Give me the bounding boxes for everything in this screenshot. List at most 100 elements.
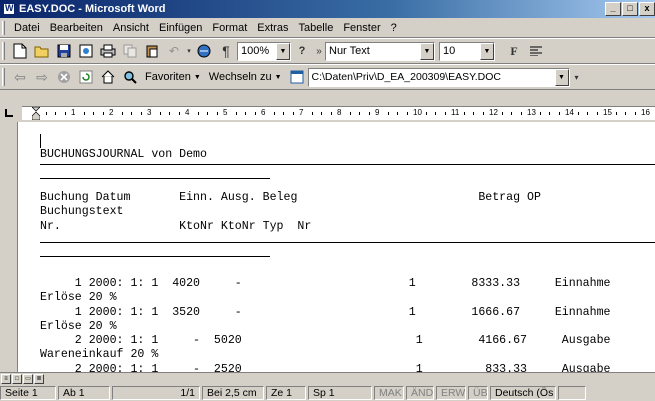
zoom-select[interactable]: 100% ▼	[237, 41, 291, 61]
status-pages: 1/1	[112, 386, 200, 400]
tab-selector[interactable]	[0, 104, 18, 122]
document-text[interactable]: BUCHUNGSJOURNAL von Demo Buchung Datum E…	[40, 134, 611, 372]
web-page-preview-icon[interactable]	[75, 40, 97, 62]
menu-bar: Datei Bearbeiten Ansicht Einfügen Format…	[0, 18, 655, 38]
ruler-tick	[444, 112, 446, 115]
status-macro-recorder[interactable]: MAK	[374, 386, 404, 400]
undo-dropdown-icon[interactable]: ▾	[185, 40, 193, 62]
ruler-tick	[587, 112, 588, 115]
menu-fenster[interactable]: Fenster	[338, 22, 385, 34]
bold-button[interactable]: F	[503, 40, 525, 62]
chevron-down-icon[interactable]: ▼	[276, 42, 290, 60]
outline-view-icon[interactable]: ≣	[34, 373, 44, 384]
toolbar-options-icon[interactable]: ▾	[570, 66, 584, 88]
chevron-down-icon[interactable]: ▼	[480, 42, 494, 60]
search-web-icon[interactable]	[119, 66, 141, 88]
paste-icon[interactable]	[141, 40, 163, 62]
document-title: BUCHUNGSJOURNAL von Demo	[40, 148, 207, 162]
ruler-tick	[596, 112, 598, 115]
back-arrow-icon[interactable]: ⇦	[9, 66, 31, 88]
indent-marker[interactable]	[31, 106, 41, 121]
ruler-number: 9	[375, 108, 380, 117]
copy-icon[interactable]	[119, 40, 141, 62]
status-overtype[interactable]: ÜB	[468, 386, 488, 400]
refresh-icon[interactable]	[75, 66, 97, 88]
menu-datei[interactable]: Datei	[9, 22, 45, 34]
normal-view-icon[interactable]: ≡	[1, 373, 11, 384]
ruler-tick	[511, 112, 512, 115]
stop-icon[interactable]	[53, 66, 75, 88]
align-left-icon[interactable]	[525, 40, 547, 62]
word-app-icon[interactable]	[3, 3, 15, 15]
show-only-web-toolbar-icon[interactable]	[286, 66, 308, 88]
table-row: Erlöse 20 %	[40, 291, 117, 305]
divider-line	[40, 242, 655, 243]
menu-help[interactable]: ?	[386, 22, 402, 34]
ruler-tick	[93, 112, 94, 115]
print-icon[interactable]	[97, 40, 119, 62]
close-button[interactable]: x	[639, 2, 655, 16]
vertical-ruler	[0, 122, 18, 372]
standard-toolbar: ↶ ▾ ¶ 100% ▼ ? » Nur Text ▼ 10 ▼ F	[0, 38, 655, 64]
toolbar-grip[interactable]	[2, 68, 5, 86]
help-icon[interactable]: ?	[291, 40, 313, 62]
ruler-tick	[359, 112, 360, 115]
ruler-number: 2	[109, 108, 114, 117]
ruler-tick	[245, 112, 246, 115]
ruler-tick	[387, 112, 389, 115]
ruler-number: 5	[223, 108, 228, 117]
web-layout-view-icon[interactable]: □	[12, 373, 22, 384]
ruler-tick	[311, 112, 313, 115]
new-document-icon[interactable]	[9, 40, 31, 62]
ruler-tick	[558, 112, 560, 115]
show-formatting-icon[interactable]: ¶	[215, 40, 237, 62]
hyperlink-icon[interactable]	[193, 40, 215, 62]
ruler-tick	[140, 112, 142, 115]
ruler-tick	[235, 112, 237, 115]
home-icon[interactable]	[97, 66, 119, 88]
menu-ansicht[interactable]: Ansicht	[108, 22, 154, 34]
save-icon[interactable]	[53, 40, 75, 62]
status-track-changes[interactable]: ÄND	[406, 386, 434, 400]
table-row: 2 2000: 1: 1 - 2520 1 833.33 Ausgabe	[40, 362, 611, 372]
toolbar-overflow-icon[interactable]: »	[313, 40, 325, 62]
style-select[interactable]: Nur Text ▼	[325, 41, 435, 61]
chevron-down-icon[interactable]: ▼	[420, 42, 434, 60]
font-size-value: 10	[443, 45, 456, 57]
ruler-tick	[349, 112, 351, 115]
horizontal-ruler[interactable]: 1 2 3 4 5 6 7 8 9 10 11 12 13 14 15 16	[22, 106, 655, 121]
menu-grip[interactable]	[2, 20, 5, 35]
ruler-tick	[292, 112, 294, 115]
status-extend-selection[interactable]: ERW	[436, 386, 466, 400]
menu-tabelle[interactable]: Tabelle	[293, 22, 338, 34]
menu-bearbeiten[interactable]: Bearbeiten	[45, 22, 108, 34]
open-folder-icon[interactable]	[31, 40, 53, 62]
address-input[interactable]: C:\Daten\Priv\D_EA_200309\EASY.DOC ▼	[307, 67, 570, 87]
forward-arrow-icon[interactable]: ⇨	[31, 66, 53, 88]
menu-extras[interactable]: Extras	[252, 22, 293, 34]
print-layout-view-icon[interactable]: ▭	[23, 373, 33, 384]
undo-icon[interactable]: ↶	[163, 40, 185, 62]
font-size-select[interactable]: 10 ▼	[439, 41, 495, 61]
status-language[interactable]: Deutsch (Ös	[490, 386, 556, 400]
table-row: 1 2000: 1: 1 3520 - 1 1666.67 Einnahme	[40, 305, 611, 319]
ruler-tick	[159, 112, 161, 115]
ruler-tick	[463, 112, 465, 115]
minimize-button[interactable]: _	[605, 2, 621, 16]
goto-menu[interactable]: Wechseln zu ▼	[205, 71, 286, 83]
favorites-menu[interactable]: Favoriten ▼	[141, 71, 205, 83]
ruler-number: 14	[565, 108, 574, 117]
ruler-tick	[169, 112, 170, 115]
maximize-button[interactable]: □	[622, 2, 638, 16]
toolbar-grip[interactable]	[2, 42, 5, 60]
chevron-down-icon[interactable]: ▼	[554, 68, 569, 86]
divider-line	[40, 178, 270, 179]
status-column: Sp 1	[308, 386, 372, 400]
horizontal-scrollbar[interactable]: ≡ □ ▭ ≣	[0, 372, 655, 384]
menu-einfuegen[interactable]: Einfügen	[154, 22, 207, 34]
document-page[interactable]: BUCHUNGSJOURNAL von Demo Buchung Datum E…	[18, 122, 655, 372]
ruler-tick	[473, 112, 474, 115]
favorites-label: Favoriten	[145, 71, 191, 83]
menu-format[interactable]: Format	[207, 22, 252, 34]
style-value: Nur Text	[329, 45, 370, 57]
